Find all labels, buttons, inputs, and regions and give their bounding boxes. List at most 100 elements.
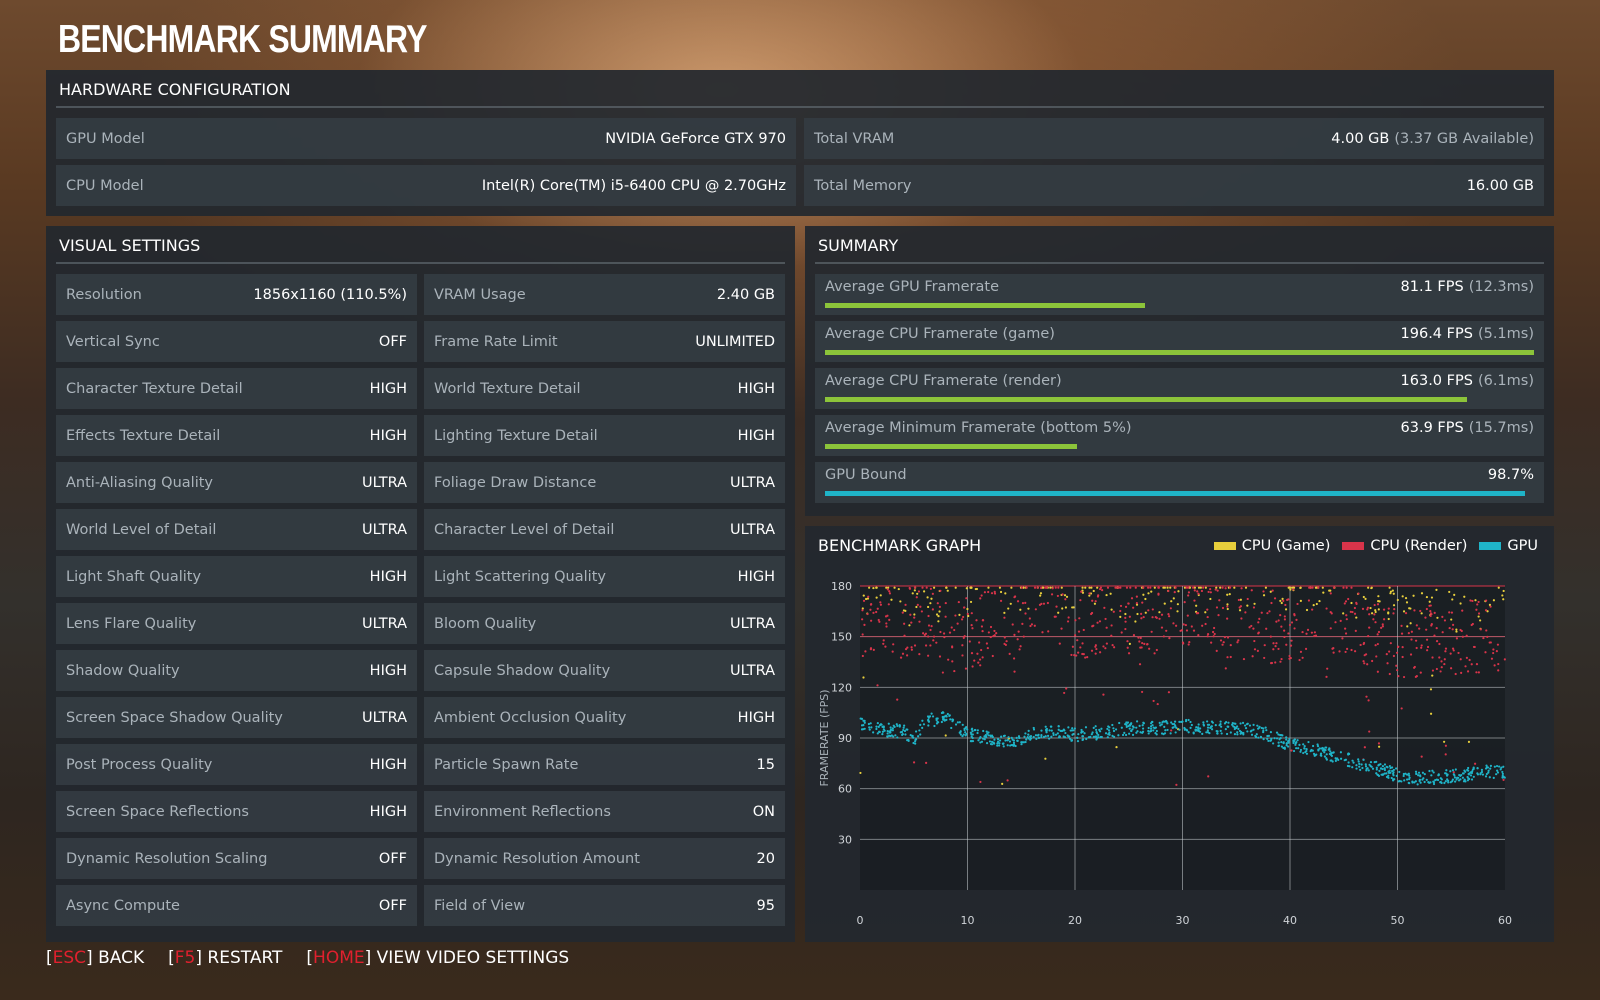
data-point <box>1185 629 1189 632</box>
data-point <box>1428 604 1431 607</box>
data-point <box>938 655 942 658</box>
data-point <box>1206 731 1210 734</box>
legend-swatch <box>1213 542 1236 550</box>
setting-label: Anti-Aliasing Quality <box>66 474 213 491</box>
data-point <box>1119 609 1122 613</box>
data-point <box>927 724 930 727</box>
data-point <box>1172 597 1175 600</box>
data-point <box>869 648 872 651</box>
data-point <box>1125 586 1129 589</box>
data-point <box>1444 650 1447 653</box>
data-point <box>921 719 924 722</box>
data-point <box>1307 599 1311 602</box>
data-point <box>1288 654 1291 658</box>
data-point <box>1088 586 1091 589</box>
data-point <box>1275 642 1278 645</box>
data-point <box>1248 724 1252 727</box>
data-point <box>1083 732 1086 735</box>
data-point <box>1195 604 1198 607</box>
data-point <box>1468 777 1471 781</box>
footer-action-restart[interactable]: [F5] RESTART <box>168 948 282 968</box>
data-point <box>1367 586 1370 589</box>
data-point <box>885 625 888 628</box>
data-point <box>1104 647 1107 650</box>
data-point <box>1020 586 1023 589</box>
data-point <box>1254 735 1258 739</box>
data-point <box>1364 653 1368 656</box>
data-point <box>1082 653 1085 656</box>
data-point <box>938 610 941 613</box>
data-point <box>968 640 971 643</box>
data-point <box>1344 627 1347 630</box>
data-point <box>1299 748 1303 752</box>
data-point <box>1440 666 1443 669</box>
data-point <box>1414 770 1418 773</box>
data-point <box>1344 600 1348 603</box>
data-point <box>1305 749 1308 753</box>
data-point <box>1345 614 1348 617</box>
data-point <box>1404 612 1408 615</box>
footer-action-back[interactable]: [ESC] BACK <box>46 948 144 968</box>
data-point <box>1178 720 1181 724</box>
data-point <box>1033 624 1036 627</box>
data-point <box>1181 720 1184 723</box>
data-point <box>1016 600 1020 603</box>
setting-value: OFF <box>378 850 407 867</box>
data-point <box>1457 776 1460 779</box>
data-point <box>970 612 973 615</box>
data-point <box>863 727 866 730</box>
data-point <box>1306 628 1310 632</box>
footer-actions: [ESC] BACK [F5] RESTART [HOME] VIEW VIDEO … <box>46 948 569 968</box>
data-point <box>1449 667 1453 670</box>
data-point <box>1196 590 1199 593</box>
data-point <box>1427 780 1430 784</box>
data-point <box>1238 606 1241 609</box>
data-point <box>888 590 891 593</box>
data-point <box>1293 627 1296 630</box>
data-point <box>1055 605 1058 608</box>
data-point <box>1319 754 1322 757</box>
data-point <box>872 586 875 590</box>
data-point <box>1479 619 1482 622</box>
data-point <box>1322 591 1325 594</box>
data-point <box>1313 631 1317 634</box>
data-point <box>1368 613 1371 616</box>
data-point <box>1377 742 1381 745</box>
data-point <box>999 590 1003 594</box>
data-point <box>1237 598 1240 602</box>
summary-bar-fill <box>825 350 1534 355</box>
data-point <box>1292 749 1296 753</box>
data-point <box>1253 648 1257 651</box>
data-point <box>1279 614 1282 617</box>
data-point <box>1097 594 1100 597</box>
data-point <box>900 730 904 734</box>
data-point <box>1039 594 1042 597</box>
data-point <box>1095 738 1098 741</box>
data-point <box>869 603 873 606</box>
data-point <box>1299 650 1303 653</box>
data-point <box>1382 618 1386 621</box>
data-point <box>1113 735 1116 738</box>
data-point <box>1343 602 1346 605</box>
data-point <box>1153 652 1156 655</box>
data-point <box>1229 731 1232 734</box>
data-point <box>1236 641 1239 644</box>
footer-action-view-video-settings[interactable]: [HOME] VIEW VIDEO SETTINGS <box>306 948 569 968</box>
data-point <box>1415 674 1418 678</box>
data-point <box>1463 778 1466 781</box>
data-point <box>1236 725 1239 728</box>
data-point <box>1420 592 1424 595</box>
hardware-heading: HARDWARE CONFIGURATION <box>56 70 1544 108</box>
data-point <box>1121 733 1125 737</box>
data-point <box>1334 759 1337 762</box>
data-point <box>1077 630 1081 633</box>
data-point <box>1183 601 1186 604</box>
data-point <box>1323 755 1327 758</box>
data-point <box>1221 606 1225 610</box>
data-point <box>1142 615 1145 619</box>
data-point <box>950 726 953 730</box>
data-point <box>1104 732 1108 735</box>
data-point <box>1147 729 1150 733</box>
data-point <box>1202 721 1205 724</box>
x-tick-label: 40 <box>1283 914 1297 927</box>
